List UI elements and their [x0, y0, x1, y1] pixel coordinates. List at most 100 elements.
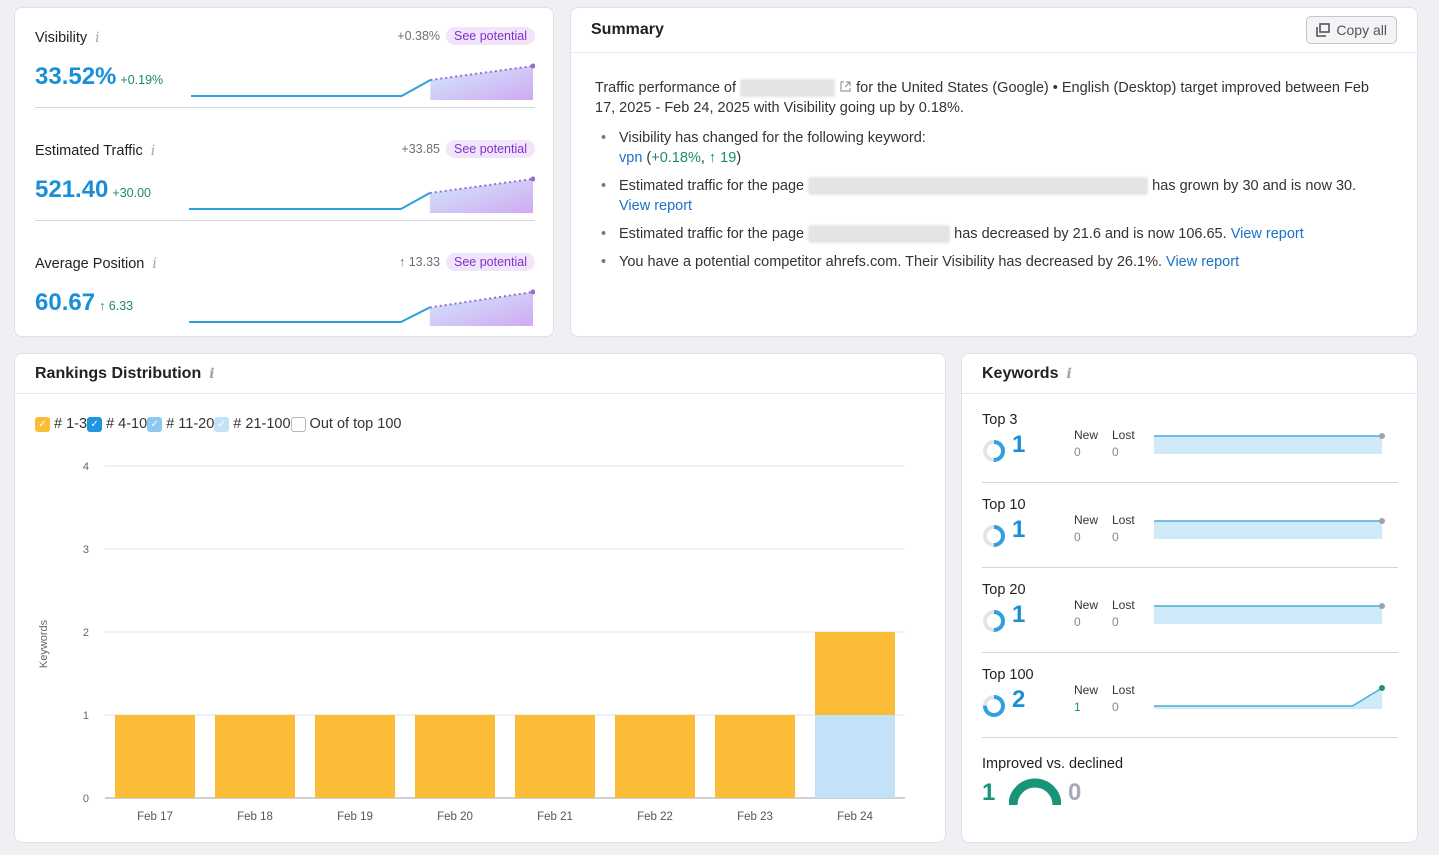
bucket-label: Top 100 [982, 667, 1034, 683]
copy-icon [1316, 23, 1331, 37]
checkbox-checked-icon[interactable]: ✓ [214, 416, 230, 432]
info-icon[interactable]: i [152, 256, 156, 272]
y-axis-label: Keywords [38, 619, 50, 668]
keyword-bucket-row[interactable]: Top 20 1 New 0 Lost 0 [982, 568, 1398, 653]
keyword-bucket-row[interactable]: Top 10 1 New 0 Lost 0 [982, 483, 1398, 568]
metric-delta: +30.00 [112, 186, 151, 200]
spark-area [1154, 436, 1382, 454]
keywords-header: Keywords i [962, 354, 1417, 394]
x-tick-label: Feb 22 [637, 811, 673, 823]
view-report-link[interactable]: View report [619, 198, 692, 214]
y-tick-label: 0 [83, 793, 89, 805]
potential-area [429, 179, 533, 213]
bucket-sparkline [1154, 433, 1385, 454]
info-icon[interactable]: i [151, 143, 155, 159]
legend-item[interactable]: ✓ # 4-10 [87, 416, 147, 432]
spark-endpoint [1379, 603, 1385, 609]
info-icon[interactable]: i [209, 366, 214, 382]
x-tick-label: Feb 21 [537, 811, 573, 823]
spark-endpoint [1379, 518, 1385, 524]
info-icon[interactable]: i [1066, 366, 1071, 382]
x-tick-label: Feb 18 [237, 811, 273, 823]
checkbox-unchecked-icon[interactable] [290, 416, 306, 432]
external-link-icon[interactable] [839, 80, 852, 93]
trend-line [191, 79, 431, 97]
summary-bullet: Estimated traffic for the page has decre… [595, 224, 1393, 244]
spark-endpoint [1379, 433, 1385, 439]
trend-line [189, 192, 431, 210]
spark-area [1154, 521, 1382, 539]
summary-bullet: Estimated traffic for the page has grown… [595, 176, 1393, 216]
chart-legend: ✓ # 1-3 ✓ # 4-10 ✓ # 11-20 ✓ # 21-100 Out of top… [35, 416, 401, 432]
bar-segment [415, 715, 495, 798]
legend-item[interactable]: ✓ # 11-20 [147, 416, 214, 432]
rankings-bar-chart: 0 1 2 3 4 Keywords Feb 17 Feb 18 Feb 19 Feb 20 Feb… [38, 461, 905, 823]
legend-item[interactable]: ✓ # 21-100 [214, 416, 291, 432]
metrics-card: Visibility i +0.38% See potential 33.52% +… [14, 7, 554, 337]
bar-segment [115, 715, 195, 798]
x-tick-label: Feb 17 [137, 811, 173, 823]
declined-count: 0 [1068, 779, 1082, 806]
divider [35, 220, 535, 221]
donut-icon [983, 610, 1005, 632]
y-tick-label: 3 [83, 544, 89, 556]
metric-delta: ↑ 6.33 [99, 299, 134, 313]
legend-item[interactable]: ✓ # 1-3 [35, 416, 87, 432]
y-tick-label: 1 [83, 710, 89, 722]
see-potential-button[interactable]: See potential [446, 140, 535, 158]
traffic-sparkline [189, 176, 535, 213]
rankings-header: Rankings Distribution i [15, 354, 945, 394]
lost-stat: Lost 0 [1112, 683, 1135, 714]
new-stat: New 0 [1074, 428, 1099, 459]
checkbox-checked-icon[interactable]: ✓ [147, 416, 163, 432]
checkbox-checked-icon[interactable]: ✓ [87, 416, 103, 432]
legend-label: # 4-10 [106, 416, 148, 432]
summary-bullet: You have a potential competitor ahrefs.c… [595, 252, 1393, 272]
bar-segment [515, 715, 595, 798]
bucket-count: 2 [1012, 686, 1026, 713]
keyword-bucket-row[interactable]: Top 100 2 New 1 Lost 0 [982, 653, 1398, 738]
bar-segment [815, 715, 895, 798]
bar-segment [815, 632, 895, 715]
donut-icon [983, 695, 1005, 717]
position-sparkline [189, 289, 535, 326]
bucket-label: Top 3 [982, 412, 1018, 428]
summary-body: Traffic performance of for the United St… [571, 53, 1417, 272]
metric-delta: +0.19% [120, 73, 164, 87]
summary-intro: Traffic performance of for the United St… [595, 79, 1369, 116]
metric-value: 33.52% +0.19% [35, 63, 164, 90]
keyword-bucket-row[interactable]: Top 3 1 New 0 Lost 0 [982, 398, 1398, 483]
spark-endpoint [1379, 685, 1385, 691]
see-potential-button[interactable]: See potential [446, 253, 535, 271]
metric-estimated-traffic: Estimated Traffic i +33.85 See potential … [35, 121, 535, 221]
bucket-count: 1 [1012, 516, 1026, 543]
legend-label: Out of top 100 [309, 416, 402, 432]
y-tick-label: 2 [83, 627, 89, 639]
donut-icon [983, 525, 1005, 547]
see-potential-button[interactable]: See potential [446, 27, 535, 45]
summary-bullet: Visibility has changed for the following… [595, 128, 1393, 168]
view-report-link[interactable]: View report [1166, 254, 1239, 270]
rankings-title: Rankings Distribution [35, 364, 202, 382]
summary-bullets: Visibility has changed for the following… [595, 128, 1393, 272]
potential-delta: +33.85 [401, 142, 441, 156]
divider [982, 737, 1398, 738]
x-tick-label: Feb 19 [337, 811, 373, 823]
view-report-link[interactable]: View report [1231, 226, 1304, 242]
bar-segment [715, 715, 795, 798]
rankings-distribution-card: Rankings Distribution i ✓ # 1-3 ✓ # 4-10 ✓ # 1… [14, 353, 946, 843]
bar-segment [615, 715, 695, 798]
keywords-card: Keywords i Top 3 1 New 0 Lost 0 Top 10 1 Ne… [961, 353, 1418, 843]
info-icon[interactable]: i [95, 30, 99, 46]
improved-declined-gauge [1009, 778, 1061, 806]
improved-vs-declined-label: Improved vs. declined [982, 756, 1124, 772]
visibility-sparkline [191, 63, 535, 100]
metric-label: Average Position i [35, 256, 157, 272]
keyword-link[interactable]: vpn [619, 150, 642, 166]
copy-all-button[interactable]: Copy all [1306, 16, 1397, 44]
checkbox-checked-icon[interactable]: ✓ [35, 416, 50, 432]
redacted-page-url [808, 225, 951, 244]
potential-delta: +0.38% [397, 29, 441, 43]
legend-item[interactable]: Out of top 100 [290, 416, 402, 432]
metric-visibility: Visibility i +0.38% See potential 33.52% +… [35, 8, 535, 108]
